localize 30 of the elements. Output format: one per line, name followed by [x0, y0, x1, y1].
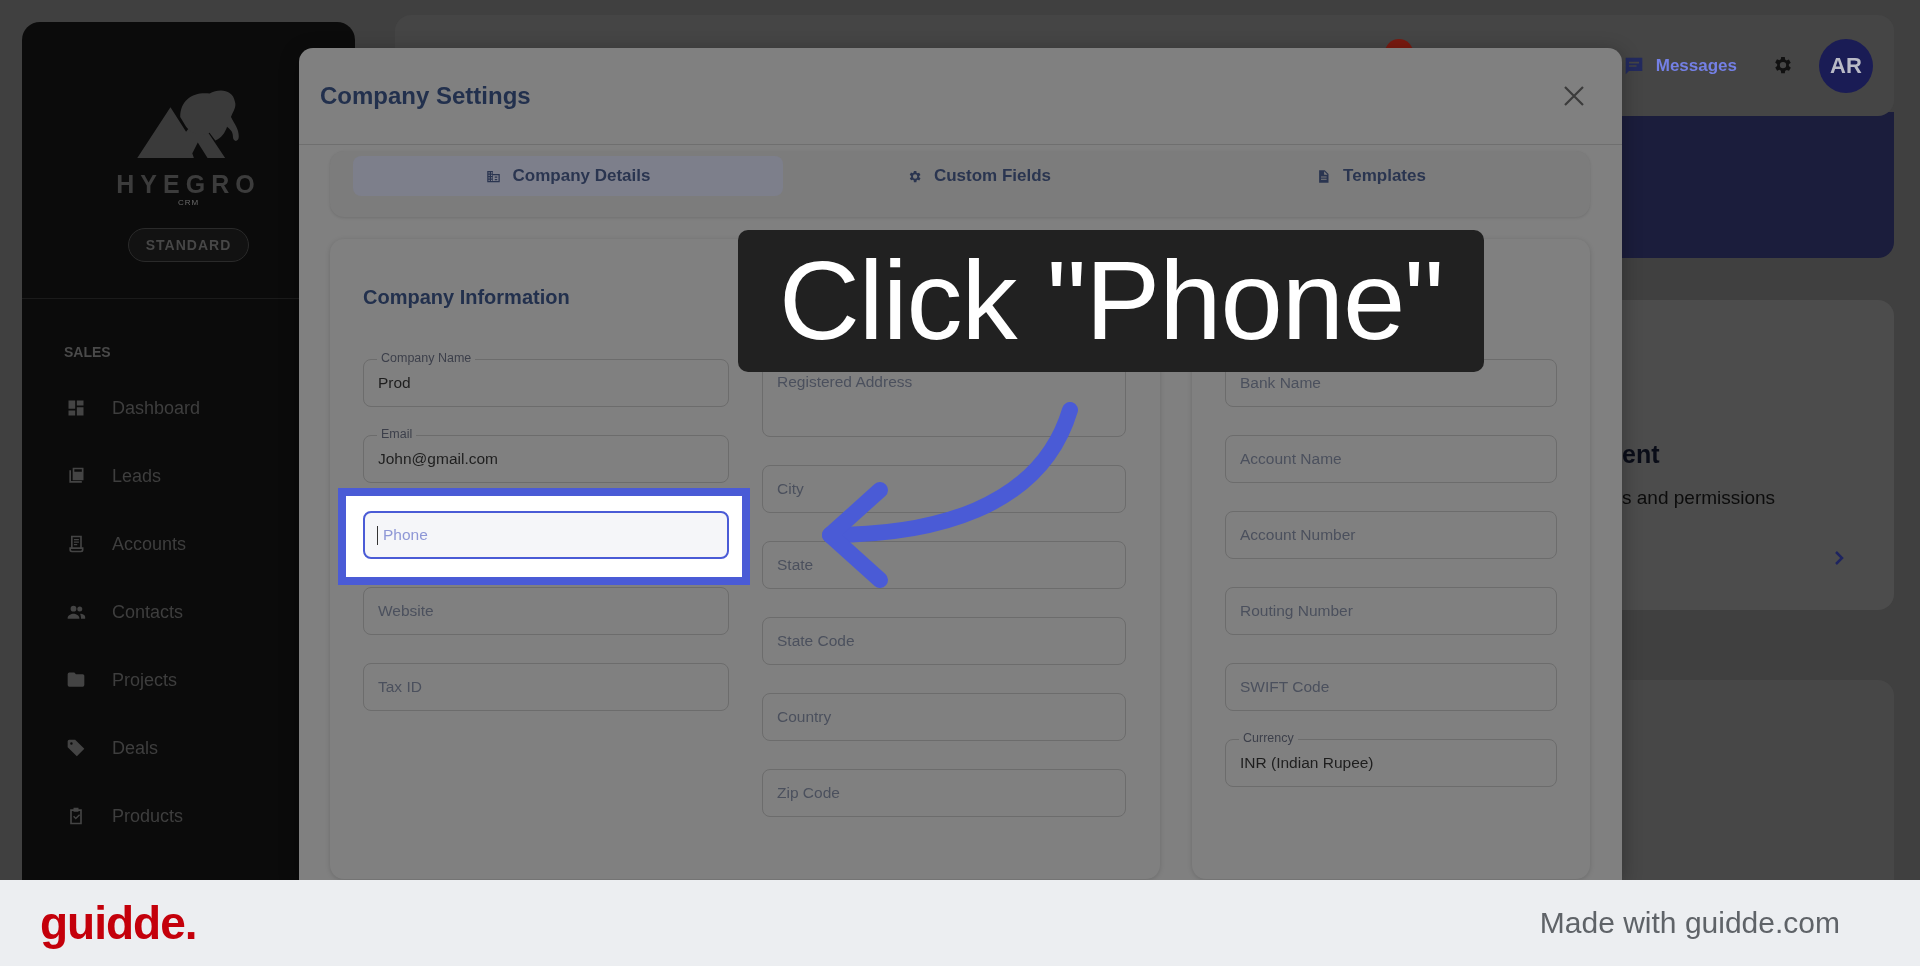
folder-icon	[66, 670, 86, 690]
tab[interactable]: Custom Fields	[783, 156, 1175, 196]
field-label: Email	[377, 427, 417, 441]
grid-icon	[66, 398, 86, 418]
section-title: Company Information	[363, 285, 570, 309]
instruction-tooltip: Click "Phone"	[738, 230, 1484, 372]
tab[interactable]: Templates	[1175, 156, 1567, 196]
dialog-title: Company Settings	[320, 82, 531, 110]
card-title: ent	[1622, 440, 1660, 469]
chevron-right-icon	[1834, 550, 1844, 566]
user-avatar[interactable]: AR	[1819, 38, 1873, 93]
text-field[interactable]: Phone	[363, 511, 729, 559]
tag-icon	[66, 738, 86, 758]
brand-subtitle: CRM	[177, 198, 200, 208]
settings-icon[interactable]	[1773, 55, 1793, 76]
field-label: Company Name	[377, 351, 476, 365]
field-label: Currency	[1239, 731, 1298, 745]
card-description: s and permissions	[1622, 487, 1776, 509]
brand-logo[interactable]: guidde.	[40, 896, 197, 950]
credit-text: Made with guidde.com	[1539, 906, 1840, 940]
chat-icon	[1623, 55, 1644, 76]
close-icon[interactable]	[1563, 85, 1585, 107]
section-label: SALES	[64, 344, 111, 360]
calculator-icon	[66, 466, 86, 486]
receipt-icon	[66, 534, 86, 554]
text-cursor	[377, 526, 378, 545]
messages-button[interactable]: Messages	[1623, 55, 1737, 76]
tab[interactable]: Company Details	[353, 156, 783, 196]
document-icon	[1316, 168, 1332, 184]
building-icon	[485, 168, 501, 184]
